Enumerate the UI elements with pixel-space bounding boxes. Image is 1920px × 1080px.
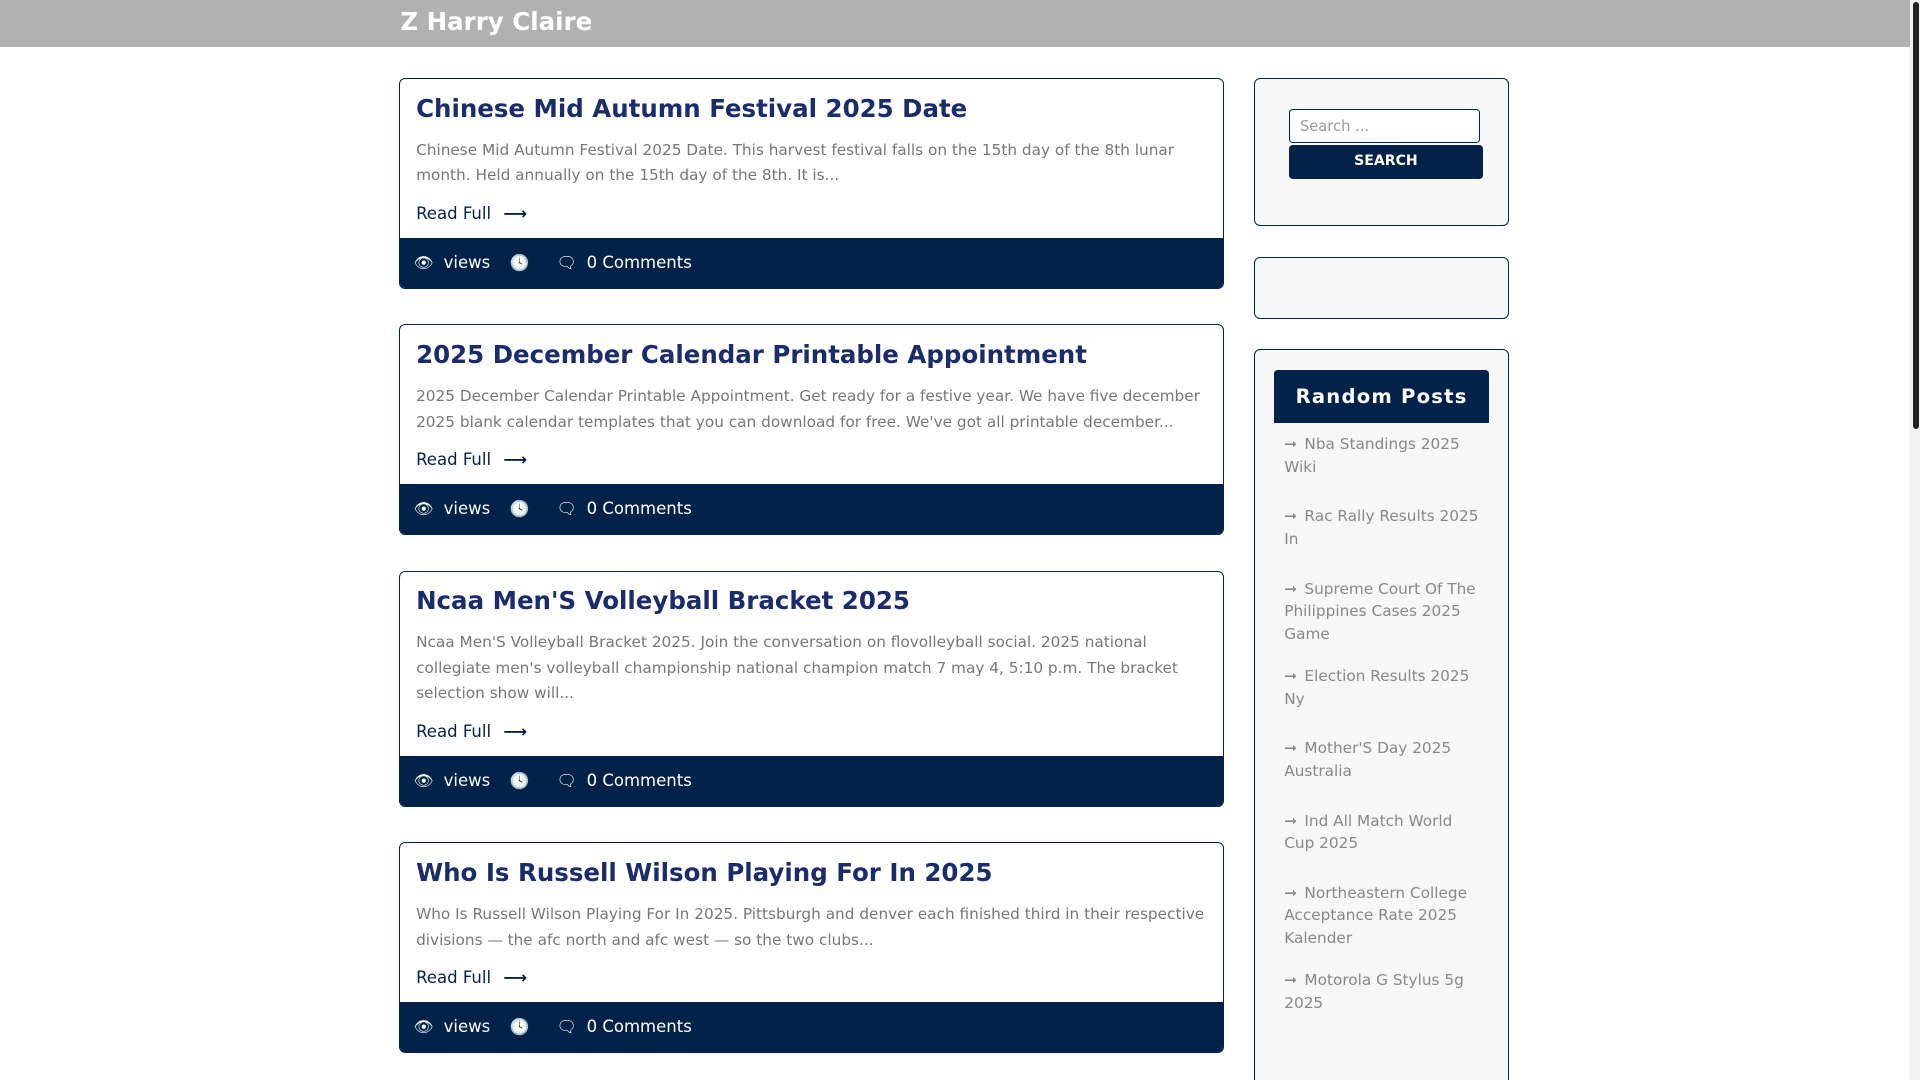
random-post-title: Nba Standings 2025 Wiki [1284,435,1460,476]
random-post-title: Supreme Court Of The Philippines Cases 2… [1284,579,1476,643]
post-meta: 👁 views 🕓 🗨 0 Comments [400,755,1224,806]
arrow-right-icon: ➞ [1284,971,1298,990]
random-post-item[interactable]: ➞ Ind All Match World Cup 2025 [1274,800,1488,872]
views-count: views [443,1017,491,1037]
post-excerpt: Ncaa Men'S Volleyball Bracket 2025. Join… [416,632,1178,703]
arrow-right-icon: ➞ [1284,811,1298,830]
arrow-right-icon: ➞ [1284,507,1298,526]
post-title[interactable]: Chinese Mid Autumn Festival 2025 Date [416,94,1207,123]
eye-icon: 👁 [413,499,434,519]
random-post-item[interactable]: ➞ Northeastern College Acceptance Rate 20… [1274,872,1488,960]
post-title[interactable]: Who Is Russell Wilson Playing For In 202… [416,858,1207,887]
arrow-right-icon: ➞ [1284,667,1298,686]
post-title[interactable]: Ncaa Men'S Volleyball Bracket 2025 [416,586,1207,615]
arrow-right-icon: ➞ [1284,739,1298,758]
post-card: Chinese Mid Autumn Festival 2025 Date Ch… [399,78,1225,289]
empty-widget [1253,257,1510,320]
arrow-right-icon: ⟶ [503,721,527,741]
arrow-right-icon: ⟶ [503,449,527,469]
random-post-item[interactable]: ➞ Rac Rally Results 2025 In [1274,496,1488,568]
post-excerpt: Who Is Russell Wilson Playing For In 202… [416,904,1205,949]
post-card: Ncaa Men'S Volleyball Bracket 2025 Ncaa … [399,570,1225,807]
search-button[interactable]: SEARCH [1289,145,1483,179]
eye-icon: 👁 [413,771,434,791]
comments-count[interactable]: 0 Comments [587,253,692,272]
scrollbar[interactable] [1910,0,1920,1080]
post-excerpt: Chinese Mid Autumn Festival 2025 Date. T… [416,140,1175,185]
read-more-link[interactable]: Read Full ⟶ [416,450,527,469]
random-posts-widget: Random Posts ➞ Nba Standings 2025 Wiki ➞ Ra… [1253,348,1510,1080]
views-count: views [443,771,491,791]
post-title[interactable]: 2025 December Calendar Printable Appoint… [416,340,1207,369]
arrow-right-icon: ➞ [1284,435,1298,454]
read-more-label: Read Full [416,449,492,469]
read-more-link[interactable]: Read Full ⟶ [416,204,527,223]
random-post-item[interactable]: ➞ Mother'S Day 2025 Australia [1274,728,1488,800]
comments-icon: 🗨 [556,253,577,273]
views-count: views [443,499,491,519]
site-header: Z Harry Claire [0,0,1911,47]
random-post-title: Ind All Match World Cup 2025 [1284,811,1453,853]
clock-icon: 🕓 [509,1017,530,1037]
search-widget: Search ... SEARCH [1253,78,1510,227]
clock-icon: 🕓 [509,499,530,519]
random-post-title: Rac Rally Results 2025 In [1284,507,1479,549]
random-post-item[interactable]: ➞ Nba Standings 2025 Wiki [1274,423,1488,495]
random-post-title: Election Results 2025 Ny [1284,667,1470,708]
random-post-item[interactable]: ➞ Supreme Court Of The Philippines Cases … [1274,568,1488,656]
post-card: 2025 December Calendar Printable Appoint… [399,324,1225,535]
clock-icon: 🕓 [509,253,530,273]
read-more-label: Read Full [416,203,492,223]
random-post-item[interactable]: ➞ Election Results 2025 Ny [1274,655,1488,727]
read-more-link[interactable]: Read Full ⟶ [416,722,527,741]
post-meta: 👁 views 🕓 🗨 0 Comments [400,483,1224,534]
comments-count[interactable]: 0 Comments [587,499,692,518]
comments-count[interactable]: 0 Comments [587,771,692,790]
eye-icon: 👁 [413,253,434,273]
search-input[interactable]: Search ... [1289,108,1481,144]
comments-count[interactable]: 0 Comments [587,1017,692,1036]
arrow-right-icon: ➞ [1284,883,1298,902]
random-post-title: Motorola G Stylus 5g 2025 [1284,971,1464,1012]
comments-icon: 🗨 [556,499,577,519]
random-post-item[interactable]: ➞ Motorola G Stylus 5g 2025 [1274,960,1488,1032]
post-meta: 👁 views 🕓 🗨 0 Comments [400,1001,1224,1052]
random-post-title: Mother'S Day 2025 Australia [1284,739,1452,780]
clock-icon: 🕓 [509,771,530,791]
post-card: Who Is Russell Wilson Playing For In 202… [399,842,1225,1053]
scrollbar-thumb[interactable] [1912,2,1919,429]
read-more-label: Read Full [416,967,492,987]
comments-icon: 🗨 [556,1017,577,1037]
arrow-right-icon: ➞ [1284,579,1298,598]
arrow-right-icon: ⟶ [503,203,527,223]
arrow-right-icon: ⟶ [503,967,527,987]
post-excerpt: 2025 December Calendar Printable Appoint… [416,386,1200,431]
read-more-label: Read Full [416,721,492,741]
read-more-link[interactable]: Read Full ⟶ [416,968,527,987]
eye-icon: 👁 [413,1017,434,1037]
post-meta: 👁 views 🕓 🗨 0 Comments [400,237,1224,288]
random-posts-heading: Random Posts [1274,369,1489,424]
site-title[interactable]: Z Harry Claire [400,7,592,36]
comments-icon: 🗨 [556,771,577,791]
random-post-title: Northeastern College Acceptance Rate 202… [1284,883,1468,948]
views-count: views [443,253,491,273]
